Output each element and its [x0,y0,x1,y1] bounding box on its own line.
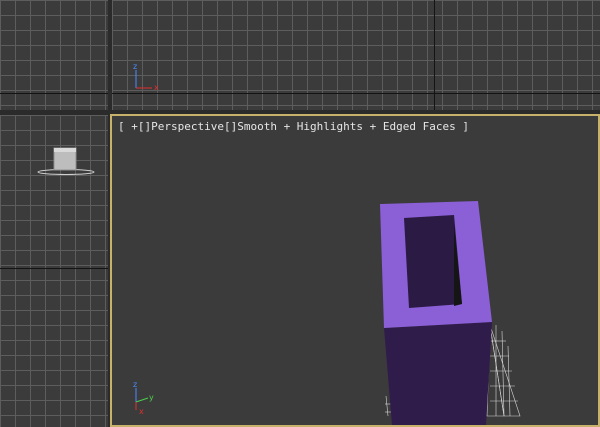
gizmo-z-label: z [133,380,137,389]
viewport-perspective[interactable]: [ +[]Perspective[]Smooth + Highlights + … [110,114,600,427]
object-side-face [384,322,492,425]
gizmo-x-label: x [139,407,144,416]
gizmo-x-label: x [154,83,159,92]
viewport-left[interactable] [0,115,108,427]
gizmo-z-label: z [133,62,137,71]
grid-axis-horizontal [0,268,108,269]
object-hole [404,215,462,308]
viewport-top[interactable] [0,0,108,110]
axis-gizmo-icon: z y x [133,380,154,416]
viewport-front[interactable]: z x [112,0,600,110]
axis-gizmo-icon: z x [133,62,159,92]
grid-axis-horizontal [112,93,600,94]
scene-canvas [380,201,521,425]
view-cube-icon[interactable] [34,145,98,179]
grid-axis-horizontal [0,93,108,94]
gizmo-y-label: y [149,393,154,402]
